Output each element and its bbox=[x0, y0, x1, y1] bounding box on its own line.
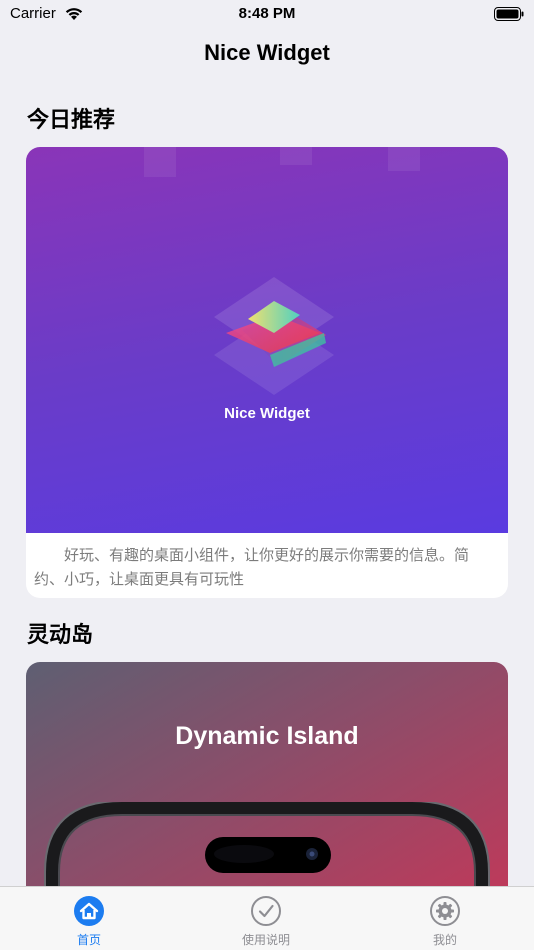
clock: 8:48 PM bbox=[238, 5, 296, 22]
status-bar: Carrier 8:48 PM bbox=[0, 0, 534, 28]
home-icon bbox=[74, 896, 104, 926]
checkmark-circle-icon bbox=[251, 896, 281, 926]
tab-bar: 首页 使用说明 我的 bbox=[0, 886, 534, 950]
gear-icon bbox=[430, 896, 460, 926]
dynamic-island-card-title: Dynamic Island bbox=[175, 722, 359, 750]
tab-profile[interactable]: 我的 bbox=[385, 895, 505, 948]
recommend-card[interactable]: Nice Widget 好玩、有趣的桌面小组件，让你更好的展示你需要的信息。简约… bbox=[26, 147, 508, 598]
recommend-card-banner: Nice Widget bbox=[26, 147, 508, 533]
recommend-card-description: 好玩、有趣的桌面小组件，让你更好的展示你需要的信息。简约、小巧，让桌面更具有可玩… bbox=[34, 546, 470, 588]
page-title: Nice Widget bbox=[204, 40, 330, 65]
tab-label: 我的 bbox=[432, 933, 457, 947]
tab-label: 首页 bbox=[76, 933, 101, 947]
decorative-square bbox=[144, 147, 176, 177]
dynamic-island-banner: Dynamic Island bbox=[26, 662, 508, 886]
tab-home[interactable]: 首页 bbox=[29, 895, 149, 948]
section-title-recommend: 今日推荐 bbox=[27, 108, 116, 133]
dynamic-island-card[interactable]: Dynamic Island bbox=[26, 662, 508, 886]
battery-icon bbox=[494, 7, 524, 21]
app-logo-icon bbox=[214, 277, 334, 395]
decorative-square bbox=[280, 147, 312, 165]
tab-label: 使用说明 bbox=[241, 933, 290, 947]
tab-instructions[interactable]: 使用说明 bbox=[206, 895, 326, 948]
section-title-dynamic-island: 灵动岛 bbox=[27, 623, 94, 648]
app-logo-label: Nice Widget bbox=[224, 405, 310, 422]
phone-illustration-icon bbox=[44, 802, 490, 886]
decorative-square bbox=[388, 147, 420, 171]
